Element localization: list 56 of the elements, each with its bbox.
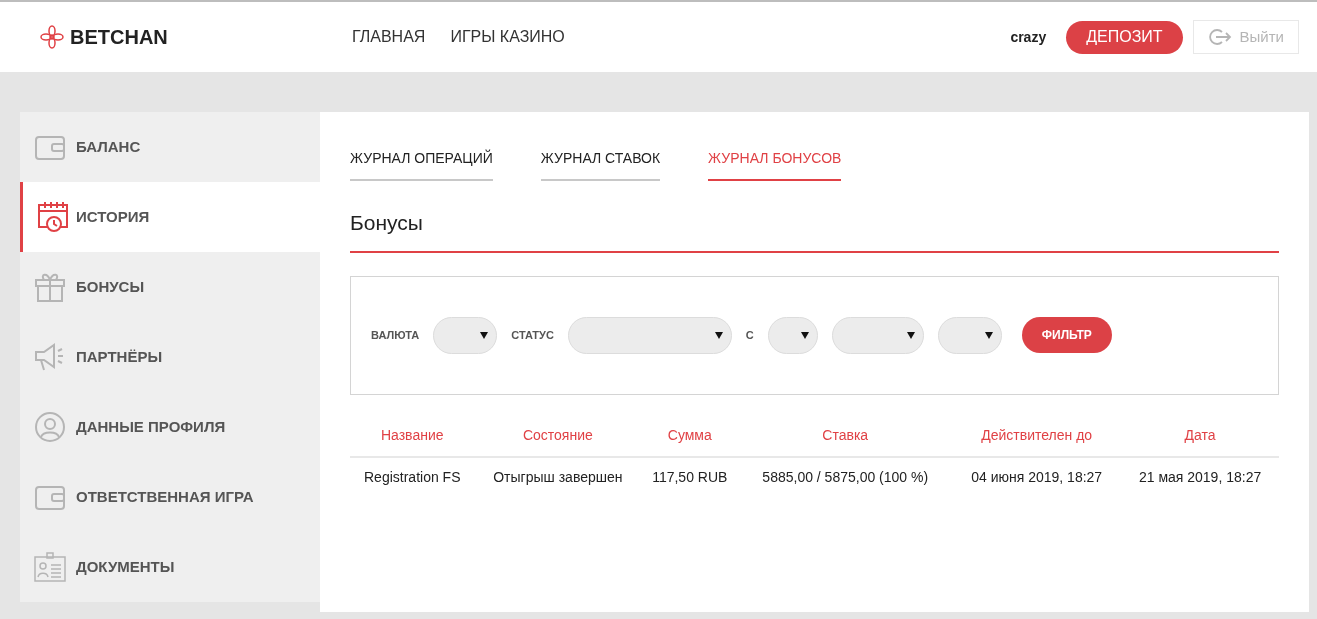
dropdown-arrow-icon: [906, 331, 915, 339]
megaphone-icon: [34, 341, 66, 373]
sidebar-item[interactable]: БОНУСЫ: [20, 252, 320, 322]
sidebar-label: БОНУСЫ: [76, 276, 145, 297]
table-cell: 5885,00 / 5875,00 (100 %): [738, 456, 953, 497]
column-header: Дата: [1121, 414, 1279, 457]
dropdown-arrow-icon: [714, 331, 723, 339]
flower-logo-icon: [40, 25, 64, 49]
dropdown[interactable]: [567, 316, 732, 354]
id-card-icon: [34, 551, 66, 583]
sidebar-item[interactable]: ПАРТНЁРЫ: [20, 322, 320, 392]
dropdown[interactable]: [433, 316, 498, 354]
dropdown-arrow-icon: [800, 331, 809, 339]
table-cell: Отыгрыш завершен: [474, 456, 642, 497]
nav-link[interactable]: ИГРЫ КАЗИНО: [450, 25, 565, 49]
sidebar-label: БАЛАНС: [76, 136, 141, 157]
table-cell: 21 мая 2019, 18:27: [1121, 456, 1279, 497]
sidebar-label: ОТВЕТСТВЕННАЯ ИГРА: [76, 486, 254, 507]
column-header: Ставка: [738, 414, 953, 457]
sidebar-label: ИСТОРИЯ: [76, 206, 150, 227]
sidebar-item[interactable]: ОТВЕТСТВЕННАЯ ИГРА: [20, 462, 320, 532]
dropdown[interactable]: [937, 316, 1002, 354]
column-header: Состояние: [474, 414, 642, 457]
column-header: Название: [350, 414, 475, 457]
tab[interactable]: ЖУРНАЛ ОПЕРАЦИЙ: [350, 148, 493, 181]
section-title: Бонусы: [350, 207, 1279, 253]
sidebar-label: ДОКУМЕНТЫ: [76, 556, 175, 577]
dropdown[interactable]: [767, 316, 818, 354]
dropdown[interactable]: [831, 316, 924, 354]
nav-link[interactable]: ГЛАВНАЯ: [352, 25, 426, 49]
user-icon: [34, 411, 66, 443]
calendar-clock-icon: [37, 201, 69, 233]
table-cell: Registration FS: [350, 456, 475, 497]
filter-label: С: [745, 327, 754, 343]
username: crazy: [1010, 27, 1047, 47]
deposit-button[interactable]: ДЕПОЗИТ: [1066, 20, 1183, 54]
sidebar-label: ПАРТНЁРЫ: [76, 346, 163, 367]
sidebar-label: ДАННЫЕ ПРОФИЛЯ: [76, 416, 226, 437]
dropdown-arrow-icon: [480, 331, 489, 339]
dropdown-arrow-icon: [984, 331, 993, 339]
logout-icon: [1207, 28, 1232, 46]
filter-label: СТАТУС: [511, 327, 554, 343]
tab[interactable]: ЖУРНАЛ СТАВОК: [540, 148, 661, 181]
column-header: Сумма: [641, 414, 739, 457]
logo-text[interactable]: BETCHAN: [70, 22, 168, 52]
column-header: Действителен до: [952, 414, 1122, 457]
sidebar-item[interactable]: БАЛАНС: [20, 112, 320, 182]
filter-button[interactable]: ФИЛЬТР: [1021, 317, 1112, 353]
tab[interactable]: ЖУРНАЛ БОНУСОВ: [708, 148, 842, 181]
table-cell: 117,50 RUB: [641, 456, 739, 497]
sidebar-item[interactable]: ДАННЫЕ ПРОФИЛЯ: [20, 392, 320, 462]
table-cell: 04 июня 2019, 18:27: [952, 456, 1122, 497]
filter-label: ВАЛЮТА: [371, 327, 420, 343]
gift-icon: [34, 271, 66, 303]
sidebar-item[interactable]: ИСТОРИЯ: [20, 182, 320, 252]
sidebar-item[interactable]: ДОКУМЕНТЫ: [20, 532, 320, 602]
